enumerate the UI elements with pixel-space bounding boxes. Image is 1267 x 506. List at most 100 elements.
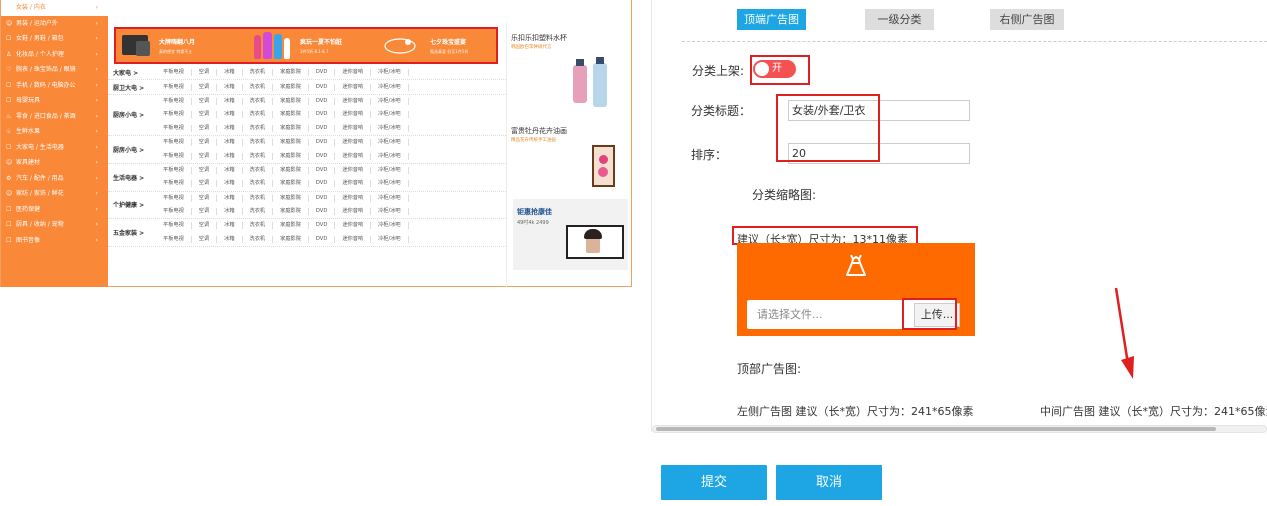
subcategory-link[interactable]: 冷柜/冰吧 [371,97,409,105]
subcategory-link[interactable]: 洗衣机 [243,166,274,174]
subcategory-link[interactable]: 空调 [192,83,218,91]
subcategory-link[interactable]: 空调 [192,180,218,188]
subcategory-link[interactable]: 空调 [192,166,218,174]
subcategory-link[interactable]: 冷柜/冰吧 [371,139,409,147]
subcategory-link[interactable]: 家庭影院 [273,83,309,91]
subcategory-link[interactable]: 空调 [192,111,218,119]
subcategory-link[interactable]: 空调 [192,97,218,105]
subcategory-group-label[interactable]: 厨房小电 > [108,95,156,135]
subcategory-link[interactable]: DVD [309,194,336,202]
subcategory-link[interactable]: 家庭影院 [273,111,309,119]
subcategory-group-label[interactable]: 五金家装 > [108,219,156,246]
tv-ad-card[interactable]: 钜惠抢康佳 49吋4k 2499 [513,199,628,270]
shelf-toggle[interactable]: 开 [753,60,796,78]
subcategory-link[interactable]: DVD [309,235,336,243]
subcategory-link[interactable]: 洗衣机 [243,222,274,230]
subcategory-link[interactable]: 家庭影院 [273,69,309,77]
category-item[interactable]: ♙ 化妆品 / 个人护理 › [1,47,108,63]
subcategory-link[interactable]: 冰箱 [217,180,243,188]
subcategory-link[interactable]: 迷你音响 [335,111,372,119]
horizontal-scrollbar[interactable] [652,425,1267,433]
subcategory-link[interactable]: 空调 [192,152,218,160]
subcategory-link[interactable]: 家庭影院 [273,222,309,230]
subcategory-link[interactable]: 迷你音响 [335,235,372,243]
subcategory-group-label[interactable]: 个护健康 > [108,192,156,219]
subcategory-link[interactable]: 洗衣机 [243,235,274,243]
subcategory-link[interactable]: DVD [309,111,336,119]
subcategory-link[interactable]: 平板电视 [156,139,192,147]
subcategory-link[interactable]: 平板电视 [156,83,192,91]
category-item[interactable]: ☐ 图书音像 › [1,233,108,249]
category-item[interactable]: ☺ 家纺 / 家饰 / 鲜花 › [1,186,108,202]
subcategory-link[interactable]: 洗衣机 [243,124,274,132]
subcategory-link[interactable]: 迷你音响 [335,83,372,91]
subcategory-group-label[interactable]: 大家电 > [108,66,156,79]
subcategory-link[interactable]: 迷你音响 [335,208,372,216]
subcategory-link[interactable]: 家庭影院 [273,208,309,216]
subcategory-link[interactable]: 冰箱 [217,69,243,77]
subcategory-link[interactable]: 迷你音响 [335,152,372,160]
subcategory-link[interactable]: 洗衣机 [243,83,274,91]
subcategory-link[interactable]: 冰箱 [217,111,243,119]
category-item[interactable]: ⚙ 汽车 / 配件 / 用品 › [1,171,108,187]
subcategory-link[interactable]: 冰箱 [217,235,243,243]
subcategory-link[interactable]: 空调 [192,139,218,147]
subcategory-link[interactable]: 冷柜/冰吧 [371,152,409,160]
subcategory-link[interactable]: 洗衣机 [243,180,274,188]
subcategory-link[interactable]: 洗衣机 [243,208,274,216]
category-item[interactable]: ♧ 生鲜水果 › [1,124,108,140]
subcategory-link[interactable]: 平板电视 [156,194,192,202]
category-item[interactable]: ☺ 男装 / 运动户外 › [1,16,108,32]
subcategory-link[interactable]: 迷你音响 [335,180,372,188]
subcategory-link[interactable]: 家庭影院 [273,97,309,105]
subcategory-link[interactable]: 平板电视 [156,166,192,174]
subcategory-link[interactable]: 迷你音响 [335,69,372,77]
subcategory-link[interactable]: 家庭影院 [273,139,309,147]
subcategory-link[interactable]: 冷柜/冰吧 [371,83,409,91]
subcategory-link[interactable]: 家庭影院 [273,124,309,132]
subcategory-link[interactable]: 空调 [192,194,218,202]
ad-2-title[interactable]: 富贵牡丹花卉油画 [511,126,567,136]
subcategory-link[interactable]: 迷你音响 [335,139,372,147]
subcategory-link[interactable]: 平板电视 [156,235,192,243]
subcategory-link[interactable]: 空调 [192,222,218,230]
subcategory-link[interactable]: 空调 [192,69,218,77]
subcategory-link[interactable]: 洗衣机 [243,139,274,147]
top-banner[interactable]: 大牌嗨翻八月 真的便宜 特惠不止 疯玩一夏不怕脏 3件5折 8.1-8.7 七夕… [114,27,498,64]
subcategory-link[interactable]: 迷你音响 [335,222,372,230]
subcategory-link[interactable]: 冰箱 [217,97,243,105]
subcategory-group-label[interactable]: 生活电器 > [108,164,156,191]
subcategory-link[interactable]: 平板电视 [156,111,192,119]
subcategory-group-label[interactable]: 厨房小电 > [108,136,156,163]
subcategory-link[interactable]: 家庭影院 [273,152,309,160]
subcategory-link[interactable]: 洗衣机 [243,69,274,77]
subcategory-link[interactable]: 平板电视 [156,69,192,77]
subcategory-link[interactable]: 洗衣机 [243,97,274,105]
scrollbar-thumb[interactable] [656,427,1216,431]
subcategory-link[interactable]: 冰箱 [217,166,243,174]
tab-first-level-category[interactable]: 一级分类 [865,9,934,30]
subcategory-link[interactable]: 冰箱 [217,83,243,91]
subcategory-link[interactable]: DVD [309,69,336,77]
cancel-button[interactable]: 取消 [776,465,882,500]
subcategory-link[interactable]: 冰箱 [217,139,243,147]
subcategory-link[interactable]: 平板电视 [156,208,192,216]
subcategory-link[interactable]: 冷柜/冰吧 [371,69,409,77]
subcategory-group-label[interactable]: 厨卫大电 > [108,80,156,93]
category-item[interactable]: ☐ 母婴玩具 › [1,93,108,109]
subcategory-link[interactable]: 冰箱 [217,222,243,230]
subcategory-link[interactable]: 迷你音响 [335,194,372,202]
subcategory-link[interactable]: DVD [309,222,336,230]
subcategory-link[interactable]: 冷柜/冰吧 [371,208,409,216]
subcategory-link[interactable]: 空调 [192,124,218,132]
subcategory-link[interactable]: DVD [309,166,336,174]
submit-button[interactable]: 提交 [661,465,767,500]
subcategory-link[interactable]: 平板电视 [156,222,192,230]
subcategory-link[interactable]: 家庭影院 [273,180,309,188]
category-item[interactable]: ☐ 手机 / 数码 / 电脑办公 › [1,78,108,94]
subcategory-link[interactable]: 洗衣机 [243,111,274,119]
subcategory-link[interactable]: 家庭影院 [273,235,309,243]
subcategory-link[interactable]: 冷柜/冰吧 [371,194,409,202]
subcategory-link[interactable]: 空调 [192,235,218,243]
subcategory-link[interactable]: DVD [309,83,336,91]
